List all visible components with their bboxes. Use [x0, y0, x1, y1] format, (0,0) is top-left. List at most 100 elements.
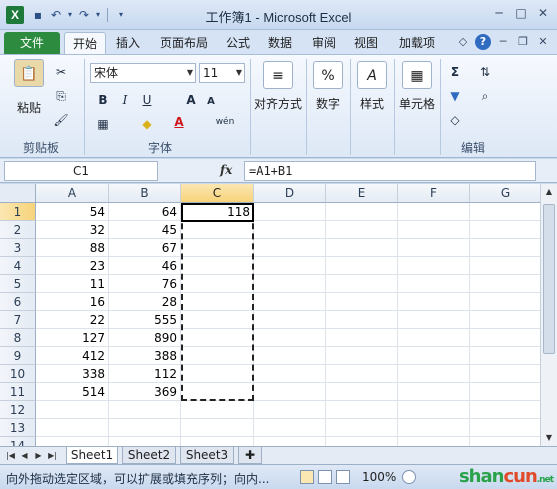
maximize-icon[interactable]: □: [511, 4, 531, 22]
cell-b7[interactable]: 555: [109, 311, 181, 329]
number-button[interactable]: % 数字: [310, 61, 346, 112]
cell-f9[interactable]: [398, 347, 470, 365]
cell-a12[interactable]: [36, 401, 109, 419]
cell-b5[interactable]: 76: [109, 275, 181, 293]
cell-a7[interactable]: 22: [36, 311, 109, 329]
tab-view[interactable]: 视图: [348, 32, 384, 54]
cell-e10[interactable]: [326, 365, 398, 383]
cell-f5[interactable]: [398, 275, 470, 293]
cell-a13[interactable]: [36, 419, 109, 437]
cell-f12[interactable]: [398, 401, 470, 419]
tab-file[interactable]: 文件: [4, 32, 60, 54]
cell-c13[interactable]: [181, 419, 254, 437]
cell-f13[interactable]: [398, 419, 470, 437]
cell-e5[interactable]: [326, 275, 398, 293]
cell-d11[interactable]: [254, 383, 326, 401]
cell-b9[interactable]: 388: [109, 347, 181, 365]
cell-b8[interactable]: 890: [109, 329, 181, 347]
cell-c2[interactable]: [181, 221, 254, 239]
cell-a6[interactable]: 16: [36, 293, 109, 311]
tab-review[interactable]: 审阅: [306, 32, 342, 54]
insert-sheet-icon[interactable]: ✚: [238, 447, 262, 464]
name-box[interactable]: C1: [4, 161, 158, 181]
column-header-d[interactable]: D: [254, 184, 326, 203]
row-header[interactable]: 1: [0, 203, 36, 221]
tab-page-layout[interactable]: 页面布局: [152, 32, 216, 54]
cell-c11[interactable]: [181, 383, 254, 401]
close-icon[interactable]: ✕: [533, 4, 553, 22]
cell-e4[interactable]: [326, 257, 398, 275]
cell-a5[interactable]: 11: [36, 275, 109, 293]
row-header[interactable]: 11: [0, 383, 36, 401]
format-painter-icon[interactable]: 🖌: [52, 111, 70, 129]
row-header[interactable]: 12: [0, 401, 36, 419]
cell-g4[interactable]: [470, 257, 540, 275]
page-break-view-icon[interactable]: [336, 470, 350, 484]
cell-c6[interactable]: [181, 293, 254, 311]
cell-c5[interactable]: [181, 275, 254, 293]
grow-font-button[interactable]: A: [182, 91, 200, 109]
cell-d5[interactable]: [254, 275, 326, 293]
cell-a9[interactable]: 412: [36, 347, 109, 365]
column-header-g[interactable]: G: [470, 184, 540, 203]
row-header[interactable]: 5: [0, 275, 36, 293]
vertical-scrollbar[interactable]: ▲ ▼: [540, 184, 557, 446]
zoom-level[interactable]: 100%: [362, 470, 396, 484]
cell-c4[interactable]: [181, 257, 254, 275]
cell-g8[interactable]: [470, 329, 540, 347]
cell-b1[interactable]: 64: [109, 203, 181, 221]
clear-icon[interactable]: ◇: [446, 111, 464, 129]
cell-f8[interactable]: [398, 329, 470, 347]
cut-icon[interactable]: ✂: [52, 63, 70, 81]
tab-addins[interactable]: 加载项: [392, 32, 442, 54]
cell-d8[interactable]: [254, 329, 326, 347]
workbook-close-icon[interactable]: ✕: [535, 34, 551, 50]
cell-g5[interactable]: [470, 275, 540, 293]
row-header[interactable]: 7: [0, 311, 36, 329]
tab-home[interactable]: 开始: [64, 32, 106, 54]
cell-e7[interactable]: [326, 311, 398, 329]
scroll-down-icon[interactable]: ▼: [541, 430, 557, 446]
cell-e9[interactable]: [326, 347, 398, 365]
first-sheet-icon[interactable]: |◀: [4, 449, 17, 463]
sheet-tab[interactable]: Sheet2: [122, 447, 176, 464]
cell-d1[interactable]: [254, 203, 326, 221]
autosum-icon[interactable]: Σ: [446, 63, 464, 81]
row-header[interactable]: 10: [0, 365, 36, 383]
row-header[interactable]: 2: [0, 221, 36, 239]
scroll-up-icon[interactable]: ▲: [541, 184, 557, 200]
cell-f2[interactable]: [398, 221, 470, 239]
cell-c1[interactable]: 118: [181, 203, 254, 221]
cell-d3[interactable]: [254, 239, 326, 257]
page-layout-view-icon[interactable]: [318, 470, 332, 484]
styles-button[interactable]: A 样式: [354, 61, 390, 112]
cell-d2[interactable]: [254, 221, 326, 239]
cell-f6[interactable]: [398, 293, 470, 311]
column-header-a[interactable]: A: [36, 184, 109, 203]
cell-f3[interactable]: [398, 239, 470, 257]
select-all-corner[interactable]: [0, 184, 36, 203]
alignment-button[interactable]: ≡ 对齐方式: [252, 61, 304, 112]
cell-f14[interactable]: [398, 437, 470, 446]
cell-b12[interactable]: [109, 401, 181, 419]
cell-f1[interactable]: [398, 203, 470, 221]
cell-e11[interactable]: [326, 383, 398, 401]
cell-a10[interactable]: 338: [36, 365, 109, 383]
row-header[interactable]: 3: [0, 239, 36, 257]
fill-icon[interactable]: ▼: [446, 87, 464, 105]
paste-button[interactable]: 📋 粘贴: [10, 59, 48, 116]
cell-c10[interactable]: [181, 365, 254, 383]
font-name-select[interactable]: 宋体 ▼: [90, 63, 196, 83]
cell-e2[interactable]: [326, 221, 398, 239]
prev-sheet-icon[interactable]: ◀: [18, 449, 31, 463]
zoom-out-icon[interactable]: [402, 470, 416, 484]
cell-g2[interactable]: [470, 221, 540, 239]
cell-a8[interactable]: 127: [36, 329, 109, 347]
cell-a1[interactable]: 54: [36, 203, 109, 221]
cell-g10[interactable]: [470, 365, 540, 383]
row-header[interactable]: 4: [0, 257, 36, 275]
cell-b3[interactable]: 67: [109, 239, 181, 257]
cell-b2[interactable]: 45: [109, 221, 181, 239]
cell-e6[interactable]: [326, 293, 398, 311]
minimize-ribbon-icon[interactable]: ◇: [455, 34, 471, 50]
